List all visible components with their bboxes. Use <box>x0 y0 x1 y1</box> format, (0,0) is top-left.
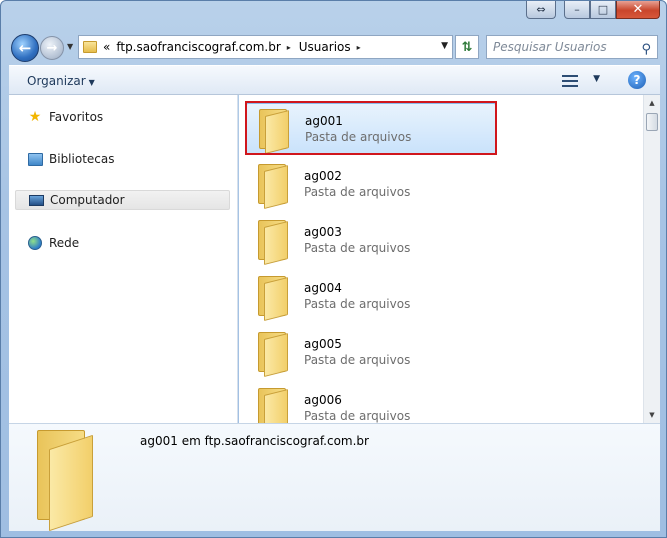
help-icon[interactable]: ? <box>628 71 646 89</box>
folder-icon <box>33 430 97 532</box>
organize-button[interactable]: Organizar ▼ <box>27 74 95 88</box>
search-input[interactable]: Pesquisar Usuarios ⚲ <box>486 35 658 59</box>
folder-icon <box>254 164 290 209</box>
chevron-down-icon[interactable]: ▼ <box>441 41 448 51</box>
breadcrumb-host[interactable]: ftp.saofranciscograf.com.br <box>116 40 280 54</box>
list-item[interactable]: ag005 Pasta de arquivos <box>246 327 496 379</box>
explorer-window: ⇔ – □ ✕ ← → ▼ « ftp.saofranciscograf.com… <box>0 0 667 538</box>
navigation-bar: ← → ▼ « ftp.saofranciscograf.com.br ▸ Us… <box>1 31 666 65</box>
chevron-right-icon[interactable]: ▸ <box>287 43 291 52</box>
chevron-down-icon[interactable]: ▼ <box>593 74 600 84</box>
network-icon <box>27 235 43 251</box>
title-bar[interactable]: ⇔ – □ ✕ <box>1 1 666 29</box>
arrow-left-icon: ← <box>18 39 32 57</box>
folder-icon <box>254 388 290 423</box>
file-name: ag001 <box>305 114 343 128</box>
file-type: Pasta de arquivos <box>304 297 411 311</box>
list-item[interactable]: ag004 Pasta de arquivos <box>246 271 496 323</box>
vertical-scrollbar[interactable]: ▲ ▼ <box>643 95 660 423</box>
forward-button[interactable]: → <box>40 36 64 60</box>
star-icon: ★ <box>28 109 42 125</box>
sidebar-item-label: Favoritos <box>49 110 104 124</box>
address-overflow[interactable]: « <box>103 40 110 54</box>
list-item[interactable]: ag001 Pasta de arquivos <box>246 103 496 155</box>
minimize-button[interactable]: – <box>564 1 590 19</box>
details-pane: ag001 em ftp.saofranciscograf.com.br <box>9 423 660 532</box>
arrow-right-icon: → <box>46 40 58 56</box>
navigation-pane: ★ Favoritos Bibliotecas Computador Rede <box>9 95 238 423</box>
file-name: ag002 <box>304 169 342 183</box>
search-placeholder: Pesquisar Usuarios <box>493 40 607 54</box>
libraries-icon <box>27 151 43 167</box>
close-button[interactable]: ✕ <box>616 1 660 19</box>
organize-label: Organizar <box>27 74 86 88</box>
sidebar-item-rede[interactable]: Rede <box>15 233 230 253</box>
folder-icon <box>255 109 291 154</box>
address-bar[interactable]: « ftp.saofranciscograf.com.br ▸ Usuarios… <box>78 35 453 59</box>
chevron-right-icon[interactable]: ▸ <box>357 43 361 52</box>
file-type: Pasta de arquivos <box>304 185 411 199</box>
file-name: ag004 <box>304 281 342 295</box>
scroll-up-icon[interactable]: ▲ <box>644 95 660 111</box>
list-item[interactable]: ag003 Pasta de arquivos <box>246 215 496 267</box>
sidebar-item-label: Computador <box>50 193 125 207</box>
sidebar-item-label: Rede <box>49 236 80 250</box>
change-view-icon[interactable] <box>562 74 580 88</box>
computer-icon <box>28 192 44 208</box>
file-name: ag003 <box>304 225 342 239</box>
sidebar-item-favoritos[interactable]: ★ Favoritos <box>15 107 230 127</box>
file-list: ag001 Pasta de arquivos ag002 Pasta de a… <box>239 95 643 423</box>
command-bar: Organizar ▼ ▼ ? <box>9 65 660 95</box>
folder-icon <box>254 332 290 377</box>
chevron-down-icon: ▼ <box>88 78 95 87</box>
folder-icon <box>83 41 97 53</box>
back-button[interactable]: ← <box>11 34 39 62</box>
sidebar-item-computador[interactable]: Computador <box>15 190 230 210</box>
file-type: Pasta de arquivos <box>304 353 411 367</box>
file-type: Pasta de arquivos <box>304 241 411 255</box>
list-item[interactable]: ag002 Pasta de arquivos <box>246 159 496 211</box>
refresh-icon: ⇅ <box>461 39 473 55</box>
sidebar-item-label: Bibliotecas <box>49 152 115 166</box>
refresh-button[interactable]: ⇅ <box>455 35 479 59</box>
folder-icon <box>254 220 290 265</box>
restore-button[interactable]: ⇔ <box>526 1 556 19</box>
maximize-button[interactable]: □ <box>590 1 616 19</box>
recent-pages-dropdown[interactable]: ▼ <box>67 42 73 51</box>
details-location: ag001 em ftp.saofranciscograf.com.br <box>140 434 369 448</box>
caption-buttons: ⇔ – □ ✕ <box>526 1 660 19</box>
file-type: Pasta de arquivos <box>305 130 412 144</box>
file-name: ag006 <box>304 393 342 407</box>
file-type: Pasta de arquivos <box>304 409 411 423</box>
file-name: ag005 <box>304 337 342 351</box>
scrollbar-thumb[interactable] <box>646 113 658 131</box>
breadcrumb-usuarios[interactable]: Usuarios <box>299 40 351 54</box>
list-item[interactable]: ag006 Pasta de arquivos <box>246 383 496 423</box>
search-icon[interactable]: ⚲ <box>641 39 651 61</box>
scroll-down-icon[interactable]: ▼ <box>644 407 660 423</box>
folder-icon <box>254 276 290 321</box>
sidebar-item-bibliotecas[interactable]: Bibliotecas <box>15 149 230 169</box>
